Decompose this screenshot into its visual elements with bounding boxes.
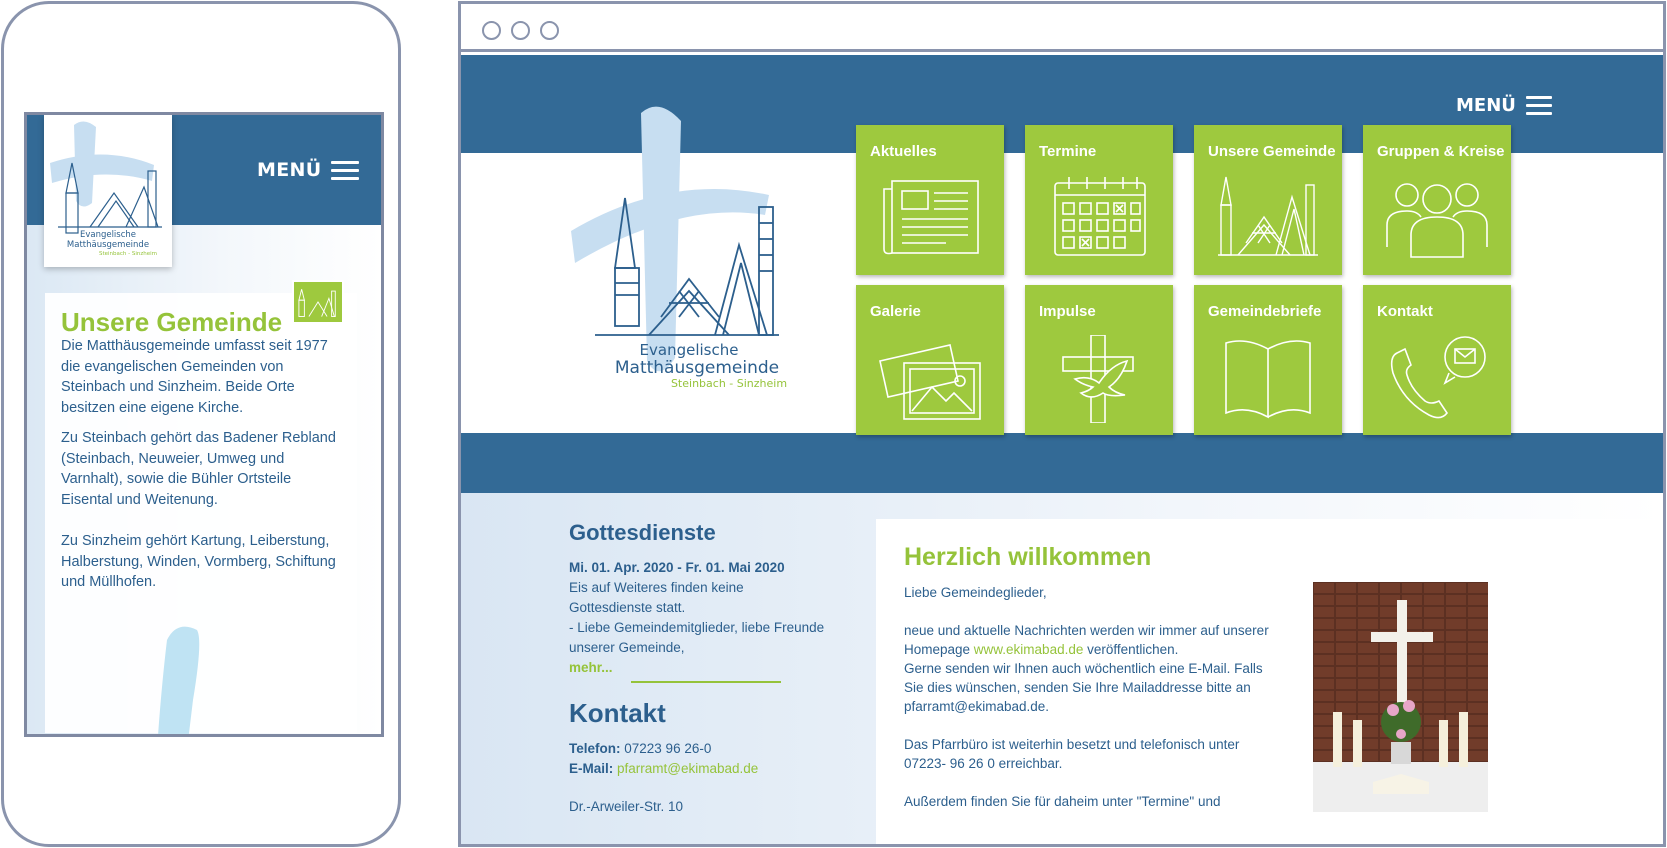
phone-mockup: Evangelische Matthäusgemeinde Steinbach … (1, 1, 401, 847)
logo-text-line3: Steinbach - Sinzheim (671, 377, 787, 390)
church-small-icon (298, 289, 336, 317)
svg-text:Steinbach - Sinzheim: Steinbach - Sinzheim (99, 251, 157, 257)
tile-gruppen-kreise[interactable]: Gruppen & Kreise (1363, 125, 1511, 275)
group-icon (1386, 183, 1488, 258)
gottesdienste-text-4: unserer Gemeinde, (569, 640, 685, 655)
decorative-swoosh (158, 626, 200, 734)
phone-paragraph-1: Die Matthäusgemeinde umfasst seit 1977 d… (61, 338, 328, 416)
calendar-icon (1054, 177, 1146, 256)
phone-value[interactable]: 07223 96 26-0 (624, 741, 711, 756)
welcome-line-2-pre: Homepage (904, 642, 974, 657)
phone-menu-button[interactable]: MENÜ (257, 159, 360, 181)
welcome-line-3: Gerne senden wir Ihnen auch wöchentlich … (904, 661, 1263, 676)
welcome-title: Herzlich willkommen (904, 543, 1152, 571)
church-icon (1218, 176, 1318, 256)
svg-text:Matthäusgemeinde: Matthäusgemeinde (67, 240, 149, 250)
tile-label: Galerie (870, 303, 921, 320)
welcome-line-1: neue und aktuelle Nachrichten werden wir… (904, 623, 1269, 638)
welcome-line-2: Homepage www.ekimabad.de veröffentlichen… (904, 640, 1289, 659)
logo-text-line2: Matthäusgemeinde (615, 358, 779, 378)
kontakt-section: Kontakt Telefon: 07223 96 26-0 E-Mail: p… (569, 698, 869, 817)
svg-text:Evangelische: Evangelische (80, 230, 136, 240)
tile-galerie[interactable]: Galerie (856, 285, 1004, 435)
kontakt-email: E-Mail: pfarramt@ekimabad.de (569, 759, 869, 779)
window-dot-minimize[interactable] (511, 21, 530, 40)
hamburger-icon (1525, 96, 1552, 115)
church-drawing-icon (595, 197, 779, 336)
welcome-line-2-post: veröffentlichen. (1083, 642, 1179, 657)
hamburger-icon (331, 160, 360, 180)
window-dot-close[interactable] (482, 21, 501, 40)
welcome-line-5: pfarramt@ekimabad.de. (904, 699, 1050, 714)
phone-logo[interactable]: Evangelische Matthäusgemeinde Steinbach … (44, 115, 172, 267)
browser-titlebar (461, 4, 1663, 52)
footer-band (461, 433, 1663, 493)
tile-label: Unsere Gemeinde (1208, 143, 1336, 160)
tile-label: Impulse (1039, 303, 1096, 320)
welcome-line-4: Sie dies wünschen, senden Sie Ihre Maila… (904, 680, 1251, 695)
tile-termine[interactable]: Termine (1025, 125, 1173, 275)
kontakt-phone: Telefon: 07223 96 26-0 (569, 739, 869, 759)
church-logo-icon: Evangelische Matthäusgemeinde Steinbach … (50, 121, 162, 257)
phone-mail-icon (1390, 336, 1486, 419)
more-link[interactable]: mehr... (569, 658, 839, 678)
section-title: Unsere Gemeinde (61, 307, 283, 337)
gottesdienste-title: Gottesdienste (569, 520, 716, 545)
kontakt-title: Kontakt (569, 698, 666, 728)
website: MENÜ Evangelische Matthäusgemeinde Stein… (461, 55, 1663, 844)
email-link[interactable]: pfarramt@ekimabad.de (617, 761, 758, 776)
tile-label: Gemeindebriefe (1208, 303, 1322, 320)
phone-paragraph-3: Zu Sinzheim gehört Kartung, Leiberstung,… (61, 533, 336, 591)
gottesdienste-text-2: Gottesdienste statt. (569, 600, 686, 615)
gottesdienste-text-1: Eis auf Weiteres finden keine (569, 580, 744, 595)
welcome-line-6: Das Pfarrbüro ist weiterhin besetzt und … (904, 737, 1240, 752)
gottesdienste-text-3: - Liebe Gemeindemitglieder, liebe Freund… (569, 620, 825, 635)
tile-label: Termine (1039, 143, 1097, 160)
site-logo[interactable]: Evangelische Matthäusgemeinde Steinbach … (569, 103, 804, 393)
kontakt-address: Dr.-Arweiler-Str. 10 (569, 799, 684, 814)
church-tile-icon[interactable] (292, 280, 344, 324)
homepage-link[interactable]: www.ekimabad.de (974, 642, 1084, 657)
newspaper-icon (883, 180, 979, 255)
window-dot-maximize[interactable] (540, 21, 559, 40)
site-menu-button[interactable]: MENÜ (1456, 95, 1552, 116)
site-menu-label: MENÜ (1456, 95, 1516, 116)
phone-paragraph-2: Zu Steinbach gehört das Badener Rebland … (61, 430, 336, 508)
gottesdienste-section: Gottesdienste Mi. 01. Apr. 2020 - Fr. 01… (569, 520, 839, 678)
tile-kontakt[interactable]: Kontakt (1363, 285, 1511, 435)
section-divider (631, 681, 781, 683)
logo-cross-vertical (641, 106, 681, 372)
welcome-line-8: Außerdem finden Sie für daheim unter "Te… (904, 794, 1221, 809)
tile-label: Gruppen & Kreise (1377, 143, 1505, 160)
book-icon (1225, 340, 1311, 419)
tile-gemeindebriefe[interactable]: Gemeindebriefe (1194, 285, 1342, 435)
phone-screen: Evangelische Matthäusgemeinde Steinbach … (24, 112, 384, 737)
welcome-text: Liebe Gemeindeglieder, neue und aktuelle… (904, 583, 1289, 811)
phone-label: Telefon: (569, 741, 621, 756)
tile-aktuelles[interactable]: Aktuelles (856, 125, 1004, 275)
altar-photo (1313, 582, 1488, 812)
welcome-greeting: Liebe Gemeindeglieder, (904, 585, 1047, 600)
logo-text-line1: Evangelische (640, 341, 739, 359)
tile-label: Kontakt (1377, 303, 1433, 320)
phone-menu-label: MENÜ (257, 159, 322, 181)
cross-dove-icon (1062, 335, 1134, 423)
gottesdienste-date: Mi. 01. Apr. 2020 - Fr. 01. Mai 2020 (569, 560, 785, 575)
welcome-line-7: 07223- 96 26 0 erreichbar. (904, 756, 1063, 771)
tile-unsere-gemeinde[interactable]: Unsere Gemeinde (1194, 125, 1342, 275)
gallery-icon (879, 344, 981, 420)
email-label: E-Mail: (569, 761, 614, 776)
welcome-panel: Herzlich willkommen Liebe Gemeindegliede… (876, 519, 1663, 844)
tile-label: Aktuelles (870, 143, 937, 160)
tile-impulse[interactable]: Impulse (1025, 285, 1173, 435)
browser-mockup: MENÜ Evangelische Matthäusgemeinde Stein… (458, 1, 1666, 847)
